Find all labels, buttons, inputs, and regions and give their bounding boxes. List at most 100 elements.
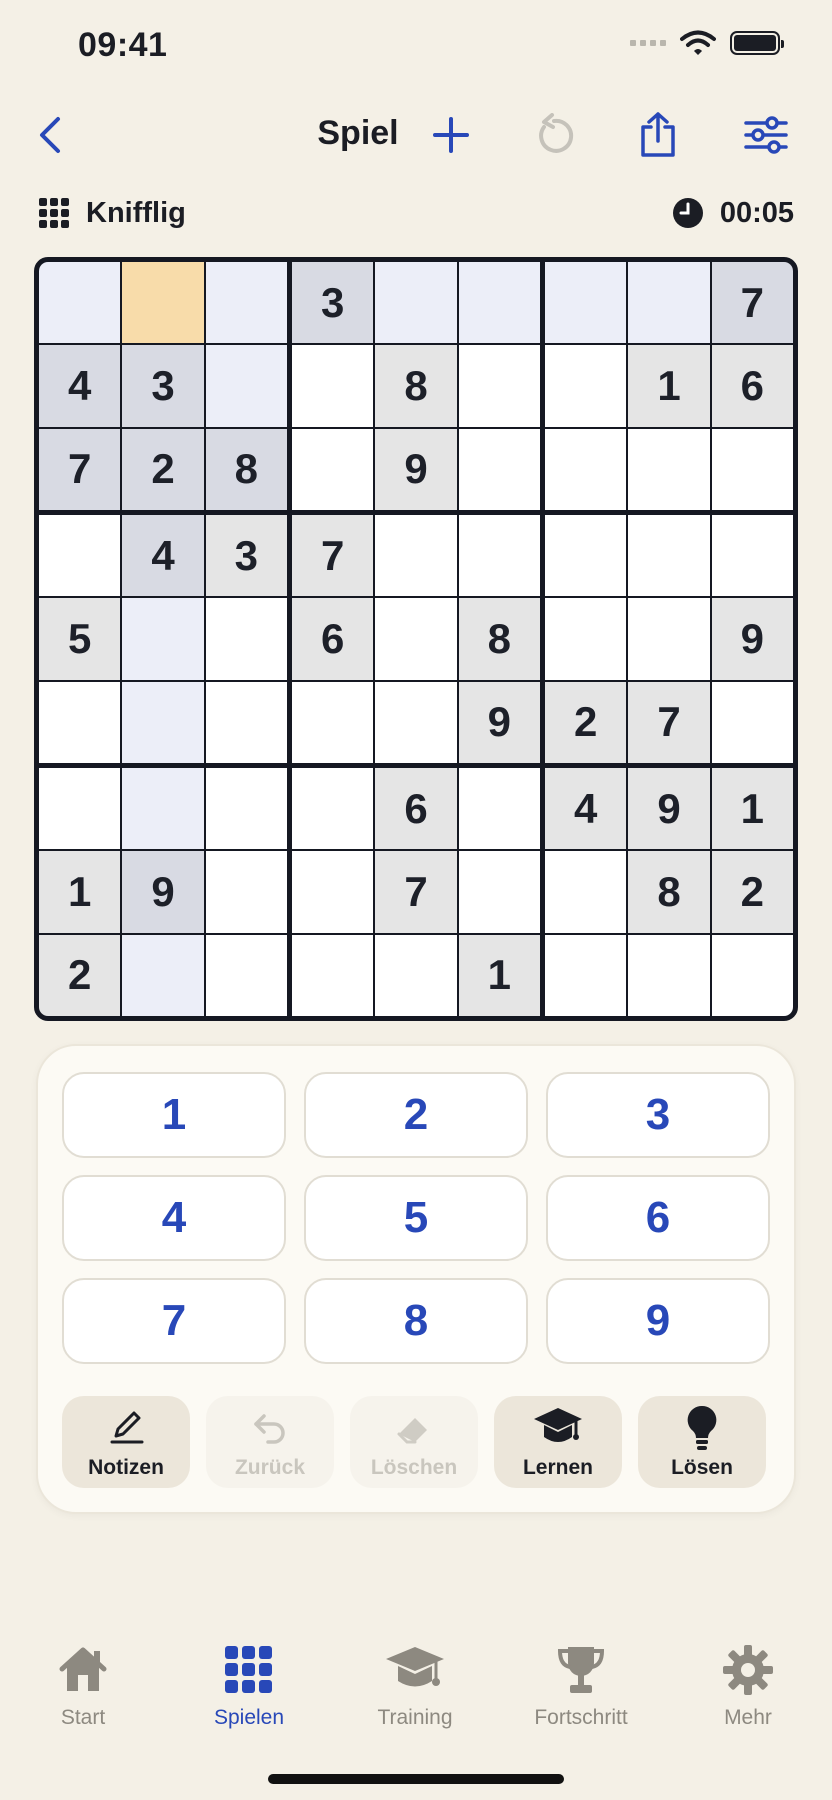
sudoku-cell[interactable]: 3 — [122, 345, 204, 427]
sudoku-cell[interactable]: 7 — [375, 851, 457, 933]
sudoku-cell[interactable]: 7 — [628, 681, 710, 763]
sudoku-cell[interactable] — [39, 262, 121, 344]
sudoku-cell[interactable] — [39, 768, 121, 850]
sudoku-cell[interactable] — [628, 934, 710, 1016]
sudoku-cell[interactable] — [628, 515, 710, 597]
keypad-button-8[interactable]: 8 — [304, 1278, 528, 1364]
tab-spielen[interactable]: Spielen — [179, 1640, 319, 1730]
sudoku-cell[interactable] — [545, 345, 627, 427]
sudoku-cell[interactable]: 7 — [711, 262, 793, 344]
sudoku-cell[interactable]: 6 — [711, 345, 793, 427]
keypad-button-4[interactable]: 4 — [62, 1175, 286, 1261]
sudoku-cell[interactable]: 2 — [39, 934, 121, 1016]
sudoku-cell[interactable]: 6 — [292, 598, 374, 680]
sudoku-cell[interactable] — [205, 768, 287, 850]
sudoku-cell[interactable]: 4 — [39, 345, 121, 427]
sudoku-cell[interactable]: 4 — [122, 515, 204, 597]
sudoku-cell[interactable] — [205, 262, 287, 344]
tab-mehr[interactable]: Mehr — [678, 1640, 818, 1730]
undo-button[interactable]: Zurück — [206, 1396, 334, 1488]
sudoku-cell[interactable] — [628, 598, 710, 680]
sudoku-cell-selected[interactable] — [122, 262, 204, 344]
sudoku-cell[interactable]: 1 — [628, 345, 710, 427]
share-button[interactable] — [631, 108, 685, 162]
sudoku-cell[interactable] — [628, 262, 710, 344]
sudoku-cell[interactable] — [292, 768, 374, 850]
sudoku-cell[interactable]: 1 — [711, 768, 793, 850]
sudoku-cell[interactable]: 5 — [39, 598, 121, 680]
sudoku-cell[interactable] — [292, 681, 374, 763]
tab-fortschritt[interactable]: Fortschritt — [511, 1640, 651, 1730]
sudoku-cell[interactable] — [458, 515, 540, 597]
sudoku-cell[interactable]: 9 — [711, 598, 793, 680]
sudoku-cell[interactable] — [292, 345, 374, 427]
sudoku-cell[interactable] — [292, 428, 374, 510]
keypad-button-9[interactable]: 9 — [546, 1278, 770, 1364]
sudoku-cell[interactable] — [122, 681, 204, 763]
sudoku-cell[interactable] — [375, 598, 457, 680]
erase-button[interactable]: Löschen — [350, 1396, 478, 1488]
sudoku-cell[interactable]: 8 — [458, 598, 540, 680]
sudoku-cell[interactable] — [545, 515, 627, 597]
sudoku-cell[interactable]: 6 — [375, 768, 457, 850]
sudoku-cell[interactable]: 9 — [122, 851, 204, 933]
sudoku-cell[interactable] — [205, 851, 287, 933]
sudoku-cell[interactable]: 8 — [205, 428, 287, 510]
sudoku-cell[interactable] — [458, 262, 540, 344]
sudoku-cell[interactable]: 3 — [292, 262, 374, 344]
sudoku-cell[interactable] — [545, 428, 627, 510]
sudoku-cell[interactable] — [458, 768, 540, 850]
sudoku-cell[interactable]: 1 — [39, 851, 121, 933]
solve-button[interactable]: Lösen — [638, 1396, 766, 1488]
learn-button[interactable]: Lernen — [494, 1396, 622, 1488]
sudoku-cell[interactable]: 3 — [205, 515, 287, 597]
new-game-button[interactable] — [424, 108, 478, 162]
sudoku-cell[interactable] — [39, 681, 121, 763]
sudoku-cell[interactable] — [122, 934, 204, 1016]
keypad-button-6[interactable]: 6 — [546, 1175, 770, 1261]
sudoku-cell[interactable] — [545, 262, 627, 344]
sudoku-cell[interactable]: 2 — [545, 681, 627, 763]
settings-sliders-button[interactable] — [739, 108, 793, 162]
sudoku-cell[interactable]: 9 — [458, 681, 540, 763]
sudoku-cell[interactable] — [375, 515, 457, 597]
back-button[interactable] — [24, 108, 78, 162]
sudoku-cell[interactable] — [458, 345, 540, 427]
sudoku-cell[interactable] — [375, 262, 457, 344]
keypad-button-1[interactable]: 1 — [62, 1072, 286, 1158]
sudoku-cell[interactable] — [711, 428, 793, 510]
sudoku-cell[interactable] — [292, 851, 374, 933]
keypad-button-2[interactable]: 2 — [304, 1072, 528, 1158]
sudoku-cell[interactable] — [205, 598, 287, 680]
sudoku-cell[interactable] — [122, 768, 204, 850]
sudoku-cell[interactable]: 9 — [628, 768, 710, 850]
sudoku-cell[interactable] — [711, 934, 793, 1016]
sudoku-cell[interactable] — [545, 851, 627, 933]
keypad-button-7[interactable]: 7 — [62, 1278, 286, 1364]
redo-button[interactable] — [527, 108, 581, 162]
sudoku-cell[interactable]: 7 — [292, 515, 374, 597]
sudoku-cell[interactable] — [545, 934, 627, 1016]
notes-button[interactable]: Notizen — [62, 1396, 190, 1488]
sudoku-cell[interactable]: 8 — [628, 851, 710, 933]
tab-start[interactable]: Start — [13, 1640, 153, 1730]
sudoku-cell[interactable] — [458, 851, 540, 933]
sudoku-cell[interactable] — [711, 681, 793, 763]
sudoku-cell[interactable]: 4 — [545, 768, 627, 850]
sudoku-cell[interactable] — [711, 515, 793, 597]
sudoku-cell[interactable] — [205, 681, 287, 763]
sudoku-cell[interactable]: 9 — [375, 428, 457, 510]
sudoku-cell[interactable]: 2 — [711, 851, 793, 933]
sudoku-cell[interactable]: 2 — [122, 428, 204, 510]
sudoku-cell[interactable] — [545, 598, 627, 680]
sudoku-cell[interactable] — [292, 934, 374, 1016]
keypad-button-5[interactable]: 5 — [304, 1175, 528, 1261]
tab-training[interactable]: Training — [345, 1640, 485, 1730]
sudoku-cell[interactable] — [375, 934, 457, 1016]
sudoku-cell[interactable] — [122, 598, 204, 680]
sudoku-cell[interactable] — [375, 681, 457, 763]
sudoku-cell[interactable]: 7 — [39, 428, 121, 510]
sudoku-cell[interactable] — [39, 515, 121, 597]
sudoku-cell[interactable] — [628, 428, 710, 510]
sudoku-cell[interactable] — [205, 934, 287, 1016]
